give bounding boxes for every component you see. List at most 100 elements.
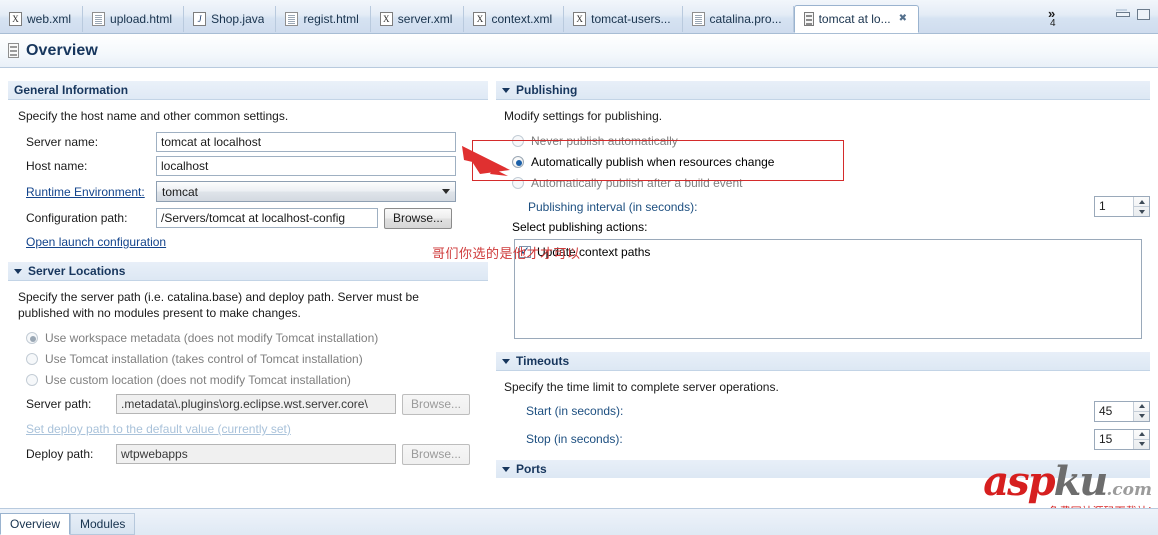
section-ports: Ports	[496, 459, 1150, 478]
radio-use-tomcat-installation[interactable]: Use Tomcat installation (takes control o…	[8, 348, 488, 369]
radio-icon	[26, 331, 38, 344]
editor-tab-upload-html[interactable]: upload.html	[83, 6, 185, 32]
tab-label: upload.html	[110, 12, 173, 26]
java-file-icon: J	[193, 12, 207, 26]
configuration-path-browse-button[interactable]: Browse...	[384, 207, 453, 229]
section-header-ports[interactable]: Ports	[496, 459, 1150, 478]
page-title: Overview	[26, 41, 98, 59]
xml-file-icon: X	[473, 12, 487, 26]
publishing-actions-list[interactable]: Update context paths	[514, 239, 1142, 339]
radio-label: Never publish automatically	[531, 133, 678, 148]
configuration-path-label: Configuration path:	[26, 211, 128, 225]
open-launch-configuration-link[interactable]: Open launch configuration	[8, 231, 488, 253]
start-timeout-label: Start (in seconds):	[526, 404, 624, 418]
runtime-environment-value: tomcat	[162, 184, 199, 199]
tab-label: tomcat at lo...	[818, 12, 891, 26]
section-header-publishing[interactable]: Publishing	[496, 80, 1150, 99]
divider	[496, 370, 1150, 371]
host-name-label: Host name:	[26, 159, 88, 173]
section-description: Specify the time limit to complete serve…	[504, 380, 779, 394]
server-path-label: Server path:	[26, 397, 92, 411]
stepper-up-icon[interactable]	[1134, 197, 1149, 206]
server-path-input[interactable]: .metadata\.plugins\org.eclipse.wst.serve…	[116, 394, 396, 414]
editor-tab-shop-java[interactable]: J Shop.java	[184, 6, 277, 32]
radio-label: Use workspace metadata (does not modify …	[45, 330, 379, 345]
server-path-browse-button[interactable]: Browse...	[402, 393, 471, 415]
server-icon	[8, 43, 19, 58]
deploy-path-label: Deploy path:	[26, 447, 94, 461]
stepper-up-icon[interactable]	[1134, 402, 1149, 411]
editor-tab-context-xml[interactable]: X context.xml	[464, 6, 565, 32]
deploy-path-input[interactable]: wtpwebapps	[116, 444, 396, 464]
stepper-down-icon[interactable]	[1134, 206, 1149, 216]
close-icon[interactable]: ✖	[899, 14, 907, 24]
stop-timeout-stepper[interactable]: 15	[1094, 428, 1150, 450]
start-timeout-stepper[interactable]: 45	[1094, 400, 1150, 422]
radio-icon	[26, 373, 38, 386]
server-name-input[interactable]: tomcat at localhost	[156, 132, 456, 152]
stepper-down-icon[interactable]	[1134, 410, 1149, 421]
radio-automatically-publish-when-resources-change[interactable]: Automatically publish when resources cha…	[496, 151, 1150, 172]
editor-tab-web-xml[interactable]: X web.xml	[0, 6, 84, 32]
runtime-environment-link[interactable]: Runtime Environment:	[26, 185, 156, 199]
editor-tab-regist-html[interactable]: regist.html	[276, 6, 371, 32]
xml-file-icon: X	[9, 12, 22, 26]
overflow-count: 4	[1050, 18, 1056, 29]
checkbox-icon[interactable]	[519, 244, 531, 258]
editor-tab-catalina-properties[interactable]: catalina.pro...	[683, 6, 794, 32]
html-file-icon	[285, 12, 299, 26]
tab-label: regist.html	[303, 12, 359, 26]
editor-tab-server-xml[interactable]: X server.xml	[371, 6, 465, 32]
configuration-path-input[interactable]: /Servers/tomcat at localhost-config	[156, 208, 378, 228]
html-file-icon	[92, 12, 106, 26]
field-row-configuration-path: Configuration path: /Servers/tomcat at l…	[8, 205, 488, 231]
window-controls	[1116, 9, 1150, 20]
right-column: Publishing Modify settings for publishin…	[496, 80, 1150, 482]
editor-content: General Information Specify the host nam…	[0, 68, 1158, 508]
section-header-server-locations[interactable]: Server Locations	[8, 261, 488, 280]
tab-overview[interactable]: Overview	[0, 513, 71, 535]
host-name-input[interactable]: localhost	[156, 156, 456, 176]
list-item-label: Update context paths	[537, 244, 651, 259]
section-header-timeouts[interactable]: Timeouts	[496, 351, 1150, 370]
field-row-server-path: Server path: .metadata\.plugins\org.ecli…	[8, 390, 488, 418]
field-row-deploy-path: Deploy path: wtpwebapps Browse...	[8, 440, 488, 468]
section-description: Modify settings for publishing.	[504, 109, 663, 123]
section-header-general-information[interactable]: General Information	[8, 80, 488, 99]
editor-tab-bar: X web.xml upload.html J Shop.java regist…	[0, 0, 1158, 34]
radio-icon	[512, 134, 524, 147]
twisty-collapse-icon	[14, 268, 22, 274]
publishing-actions-label: Select publishing actions:	[512, 220, 648, 234]
stepper-up-icon[interactable]	[1134, 430, 1149, 439]
section-server-locations: Server Locations Specify the server path…	[8, 261, 488, 468]
publishing-interval-stepper[interactable]: 1	[1094, 196, 1150, 217]
tab-overflow-chevron-icon[interactable]: » 4	[1048, 7, 1056, 29]
editor-tab-tomcat-at-localhost[interactable]: tomcat at lo... ✖	[793, 5, 919, 33]
stop-timeout-label: Stop (in seconds):	[526, 432, 623, 446]
runtime-environment-select[interactable]: tomcat	[156, 181, 456, 202]
section-title: Server Locations	[28, 264, 126, 278]
editor-tabs: X web.xml upload.html J Shop.java regist…	[0, 5, 919, 34]
list-item[interactable]: Update context paths	[519, 243, 1141, 260]
stepper-arrows	[1133, 401, 1149, 421]
xml-file-icon: X	[573, 12, 587, 26]
stepper-down-icon[interactable]	[1134, 438, 1149, 449]
deploy-path-browse-button[interactable]: Browse...	[402, 443, 471, 465]
section-title: General Information	[14, 83, 129, 97]
radio-use-custom-location[interactable]: Use custom location (does not modify Tom…	[8, 369, 488, 390]
field-row-runtime-environment: Runtime Environment: tomcat	[8, 178, 488, 205]
section-description: Specify the server path (i.e. catalina.b…	[18, 290, 419, 320]
section-publishing: Publishing Modify settings for publishin…	[496, 80, 1150, 339]
divider	[496, 99, 1150, 100]
left-column: General Information Specify the host nam…	[8, 80, 488, 472]
radio-never-publish-automatically[interactable]: Never publish automatically	[496, 130, 1150, 151]
section-title: Ports	[516, 462, 547, 476]
maximize-icon[interactable]	[1137, 9, 1150, 20]
set-deploy-path-default-link[interactable]: Set deploy path to the default value (cu…	[8, 418, 488, 440]
radio-label: Automatically publish after a build even…	[531, 175, 743, 190]
radio-use-workspace-metadata[interactable]: Use workspace metadata (does not modify …	[8, 327, 488, 348]
tab-modules[interactable]: Modules	[70, 513, 136, 535]
editor-tab-tomcat-users-xml[interactable]: X tomcat-users...	[564, 6, 683, 32]
radio-automatically-publish-after-build-event[interactable]: Automatically publish after a build even…	[496, 172, 1150, 193]
section-general-information: General Information Specify the host nam…	[8, 80, 488, 253]
